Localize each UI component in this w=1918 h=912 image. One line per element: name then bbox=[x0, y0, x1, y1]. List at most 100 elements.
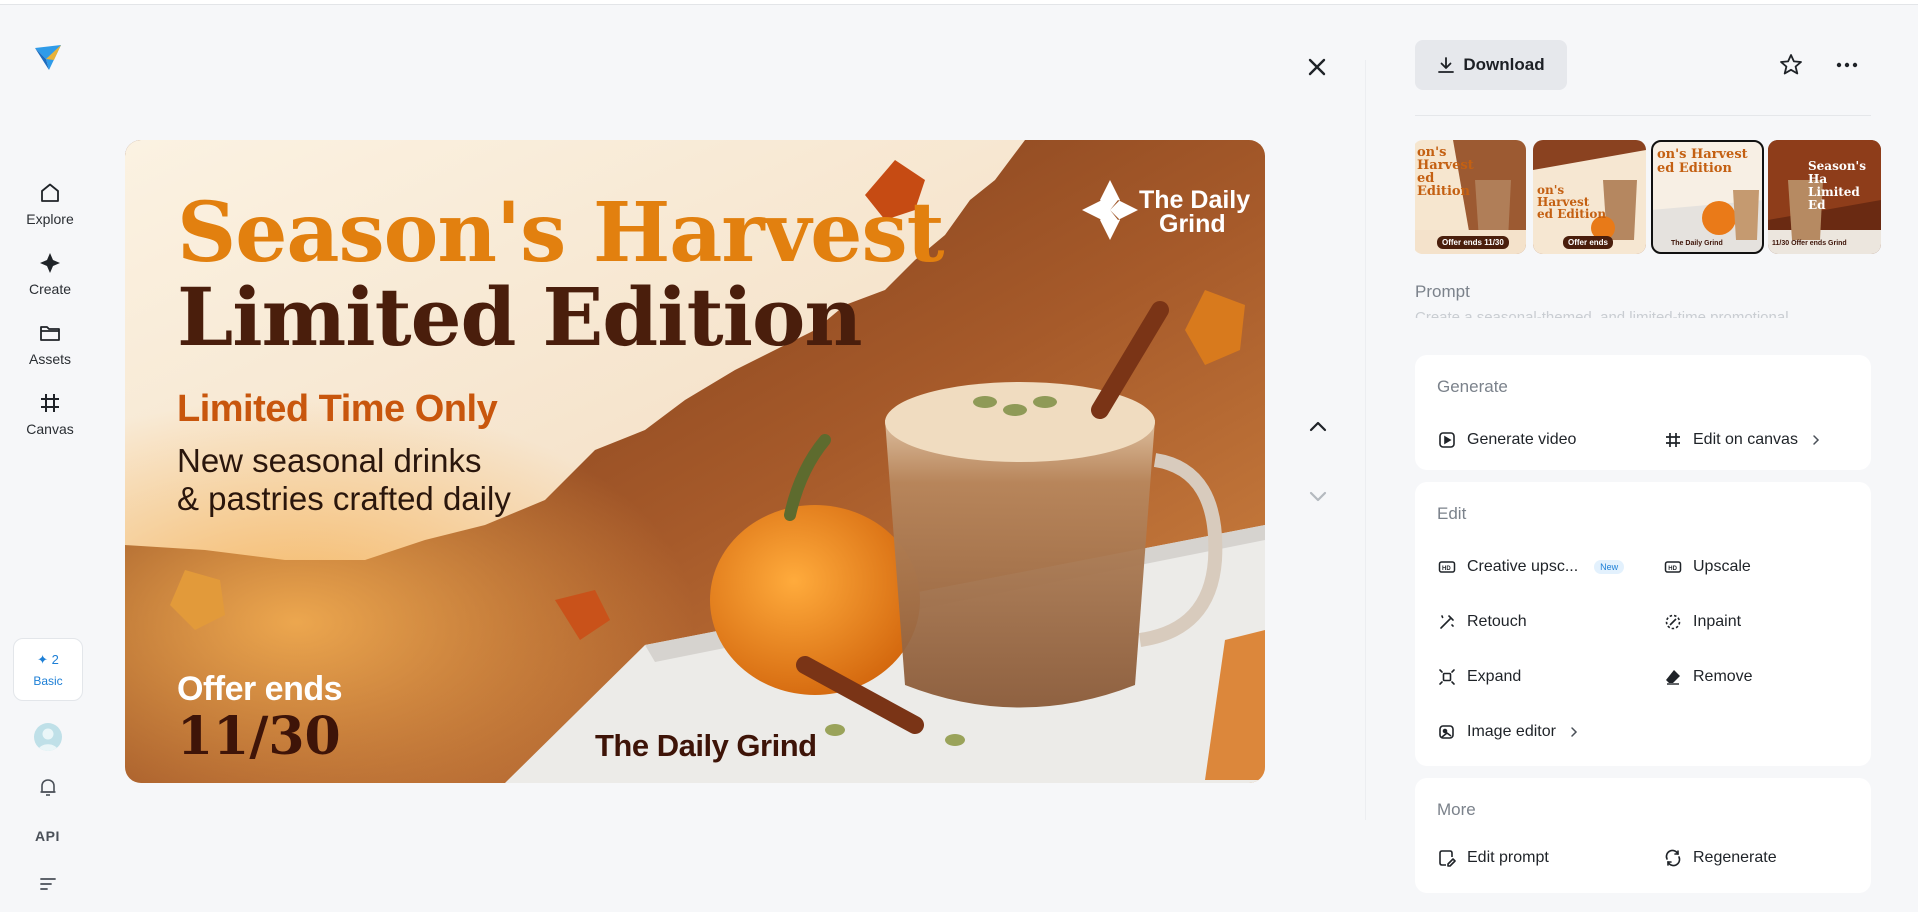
thumbnail-1[interactable]: on's Harvest ed Edition Offer ends 11/30 bbox=[1415, 140, 1526, 254]
nav-assets-label: Assets bbox=[28, 351, 71, 367]
refresh-icon bbox=[1663, 848, 1683, 868]
inpaint-label: Inpaint bbox=[1693, 613, 1742, 630]
inpaint-button[interactable]: Inpaint bbox=[1663, 612, 1741, 632]
download-button[interactable]: Download bbox=[1415, 40, 1567, 90]
more-options-icon[interactable] bbox=[1833, 52, 1861, 78]
new-badge: New bbox=[1594, 560, 1625, 574]
avatar[interactable] bbox=[34, 723, 62, 751]
thumbnail-4-title: Season's Ha Limited Ed bbox=[1808, 159, 1866, 212]
retouch-label: Retouch bbox=[1467, 613, 1527, 630]
poster-subhead: Limited Time Only bbox=[177, 388, 498, 430]
creative-upscale-button[interactable]: HD Creative upsc... New bbox=[1437, 557, 1625, 577]
frame-icon bbox=[1663, 430, 1683, 450]
api-link[interactable]: API bbox=[35, 828, 60, 844]
nav-canvas[interactable]: Canvas bbox=[10, 390, 90, 450]
svg-text:HD: HD bbox=[1442, 566, 1451, 572]
poster-body-2: & pastries crafted daily bbox=[177, 480, 511, 517]
frame-icon bbox=[37, 390, 63, 416]
home-icon bbox=[37, 180, 63, 206]
nav-create[interactable]: Create bbox=[10, 250, 90, 310]
thumbnail-2-caption: Offer ends bbox=[1563, 236, 1614, 249]
thumbnail-2[interactable]: on's Harvest ed Edition Offer ends bbox=[1533, 140, 1646, 254]
panel-separator bbox=[1415, 115, 1871, 116]
thumbnail-3-caption: The Daily Grind bbox=[1671, 240, 1723, 247]
poster-offer-label: Offer ends bbox=[177, 670, 343, 708]
upscale-button[interactable]: HD Upscale bbox=[1663, 557, 1751, 577]
credits-badge[interactable]: ✦ 2 Basic bbox=[13, 638, 83, 701]
hd-icon: HD bbox=[1663, 557, 1683, 577]
chevron-up-icon[interactable] bbox=[1305, 413, 1331, 439]
download-icon bbox=[1438, 57, 1455, 73]
poster-headline-1: Season's Harvest bbox=[177, 185, 944, 281]
regenerate-label: Regenerate bbox=[1693, 849, 1777, 866]
thumbnail-1-title: on's Harvest ed Edition bbox=[1417, 145, 1474, 199]
generate-video-label: Generate video bbox=[1467, 431, 1577, 448]
image-editor-button[interactable]: Image editor bbox=[1437, 722, 1580, 742]
edit-card: Edit HD Creative upsc... New HD Upscale … bbox=[1415, 482, 1871, 766]
magic-brush-icon bbox=[1437, 612, 1457, 632]
expand-button[interactable]: Expand bbox=[1437, 667, 1521, 687]
svg-text:HD: HD bbox=[1668, 566, 1677, 572]
more-card: More Edit prompt Regenerate bbox=[1415, 778, 1871, 893]
nav-canvas-label: Canvas bbox=[26, 421, 74, 437]
thumbnail-4[interactable]: Season's Ha Limited Ed 11/30 Offer ends … bbox=[1768, 140, 1881, 254]
poster-body-1: New seasonal drinks bbox=[177, 442, 482, 479]
thumbnail-2-title: on's Harvest ed Edition bbox=[1537, 183, 1607, 221]
prompt-label: Prompt bbox=[1415, 282, 1470, 301]
edit-prompt-icon bbox=[1437, 848, 1457, 868]
thumbnail-strip: on's Harvest ed Edition Offer ends 11/30… bbox=[1415, 140, 1881, 255]
menu-icon[interactable] bbox=[38, 875, 58, 893]
nav-explore[interactable]: Explore bbox=[10, 180, 90, 240]
download-label: Download bbox=[1463, 55, 1545, 74]
chevron-right-icon bbox=[1813, 435, 1820, 445]
thumbnail-4-caption: 11/30 Offer ends Grind bbox=[1772, 240, 1847, 247]
remove-label: Remove bbox=[1693, 668, 1753, 685]
more-title: More bbox=[1437, 800, 1476, 819]
thumbnail-1-caption: Offer ends 11/30 bbox=[1437, 236, 1509, 249]
poster-offer-date: 11/30 bbox=[177, 706, 341, 767]
sparkle-icon bbox=[37, 250, 63, 276]
inpaint-icon bbox=[1663, 612, 1683, 632]
creative-upscale-label: Creative upsc... bbox=[1467, 558, 1579, 575]
prompt-text[interactable]: Create a seasonal-themed, and limited-ti… bbox=[1415, 304, 1875, 318]
play-icon bbox=[1437, 430, 1457, 450]
credit-sparkle-icon: ✦ bbox=[37, 651, 49, 667]
credit-count: 2 bbox=[51, 651, 59, 667]
poster-brand-line-2: Grind bbox=[1159, 210, 1226, 238]
bell-icon[interactable] bbox=[36, 775, 60, 799]
expand-label: Expand bbox=[1467, 668, 1522, 685]
top-border bbox=[0, 0, 1918, 5]
generate-video-button[interactable]: Generate video bbox=[1437, 430, 1576, 450]
hd-plus-icon: HD bbox=[1437, 557, 1457, 577]
regenerate-button[interactable]: Regenerate bbox=[1663, 848, 1777, 868]
generate-title: Generate bbox=[1437, 377, 1508, 396]
image-edit-icon bbox=[1437, 722, 1457, 742]
chevron-down-icon[interactable] bbox=[1305, 484, 1331, 510]
star-icon[interactable] bbox=[1778, 52, 1804, 78]
thumbnail-3-selected[interactable]: on's Harvest ed Edition The Daily Grind bbox=[1651, 140, 1764, 254]
nav-create-label: Create bbox=[28, 281, 72, 297]
edit-on-canvas-label: Edit on canvas bbox=[1693, 431, 1798, 448]
plan-label: Basic bbox=[33, 673, 63, 688]
close-icon[interactable] bbox=[1302, 52, 1332, 82]
app-logo-icon[interactable] bbox=[32, 42, 64, 74]
panel-divider bbox=[1365, 60, 1366, 820]
folder-icon bbox=[37, 320, 63, 346]
poster-footer-brand: The Daily Grind bbox=[595, 728, 817, 763]
edit-on-canvas-button[interactable]: Edit on canvas bbox=[1663, 430, 1822, 450]
left-sidebar: Explore Create Assets Canvas ✦ 2 Basic A… bbox=[0, 5, 98, 912]
upscale-label: Upscale bbox=[1693, 558, 1751, 575]
poster-brand-line-1: The Daily bbox=[1139, 186, 1251, 214]
retouch-button[interactable]: Retouch bbox=[1437, 612, 1527, 632]
poster-headline-2: Limited Edition bbox=[177, 270, 862, 364]
edit-prompt-button[interactable]: Edit prompt bbox=[1437, 848, 1549, 868]
nav-assets[interactable]: Assets bbox=[10, 320, 90, 380]
expand-icon bbox=[1437, 667, 1457, 687]
thumbnail-3-title: on's Harvest ed Edition bbox=[1657, 147, 1748, 176]
nav-explore-label: Explore bbox=[26, 211, 74, 227]
generated-image[interactable]: Season's Harvest Limited Edition Limited… bbox=[125, 140, 1265, 783]
image-editor-label: Image editor bbox=[1467, 723, 1556, 740]
generate-card: Generate Generate video Edit on canvas bbox=[1415, 355, 1871, 470]
edit-title: Edit bbox=[1437, 504, 1467, 523]
remove-button[interactable]: Remove bbox=[1663, 667, 1753, 687]
